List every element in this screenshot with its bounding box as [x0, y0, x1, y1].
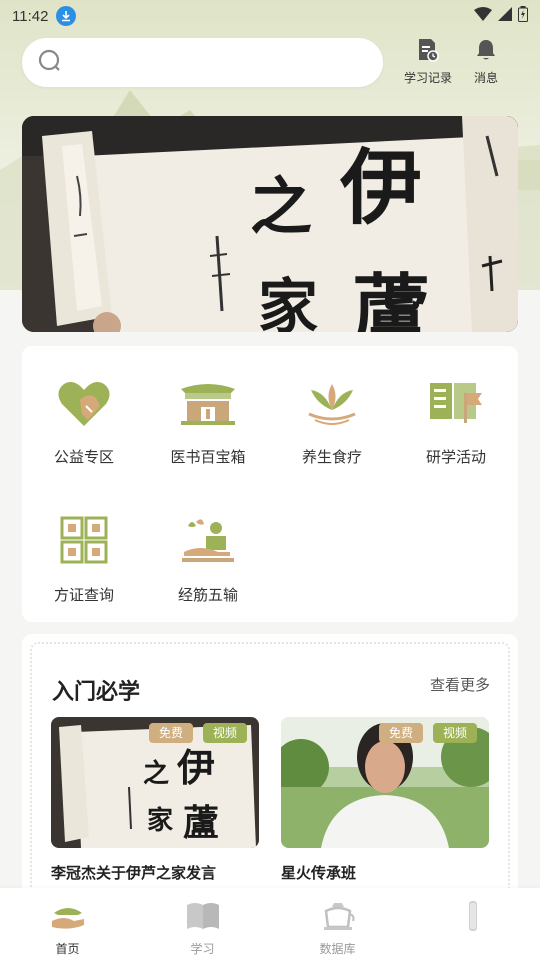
course-title: 李冠杰关于伊芦之家发言: [51, 864, 217, 882]
category-health-diet[interactable]: 养生食疗: [270, 346, 394, 476]
signal-icon: [498, 7, 512, 25]
study-record-icon: [417, 38, 439, 65]
category-label: 养生食疗: [301, 448, 362, 466]
nav-profile[interactable]: [405, 888, 540, 960]
course-title: 星火传承班: [281, 864, 357, 882]
grid-boxes-icon: [54, 510, 114, 570]
svg-text:家: 家: [258, 273, 318, 332]
messages-button[interactable]: 消息: [474, 38, 498, 86]
svg-text:伊: 伊: [339, 140, 422, 236]
category-label: 研学活动: [425, 448, 486, 466]
battery-icon: [518, 6, 528, 26]
search-icon: [38, 49, 62, 77]
category-label: 方证查询: [53, 586, 114, 604]
bottom-navigation: 首页 学习 数据库: [0, 888, 540, 960]
category-formula-lookup[interactable]: 方证查询: [22, 484, 146, 614]
nav-home[interactable]: 首页: [0, 888, 135, 960]
nav-label: 数据库: [319, 942, 356, 956]
home-hands-icon: [49, 900, 87, 932]
search-bar[interactable]: [22, 38, 383, 87]
category-label: 医书百宝箱: [170, 448, 246, 466]
bell-icon: [475, 38, 497, 65]
category-public-welfare[interactable]: 公益专区: [22, 346, 146, 476]
course-card[interactable]: 之 伊 家 蘆 免费 视频 李冠杰关于伊芦之家发言: [51, 717, 259, 883]
category-label: 公益专区: [53, 448, 114, 466]
category-grid: 公益专区 医书百宝箱 养生食疗 研学活动 方证查询 经筋五输: [22, 346, 518, 622]
free-tag: 免费: [149, 723, 194, 743]
massage-icon: [178, 510, 238, 570]
svg-text:之: 之: [143, 758, 169, 789]
profile-icon: [454, 900, 492, 932]
study-record-button[interactable]: 学习记录: [404, 38, 452, 86]
book-icon: [184, 900, 222, 932]
svg-text:之: 之: [250, 170, 312, 243]
study-record-label: 学习记录: [404, 71, 453, 85]
svg-text:蘆: 蘆: [352, 266, 430, 332]
nav-study[interactable]: 学习: [135, 888, 270, 960]
free-tag: 免费: [379, 723, 424, 743]
category-label: 经筋五输: [177, 586, 238, 604]
svg-text:伊: 伊: [176, 745, 215, 790]
video-tag: 视频: [203, 723, 248, 743]
beginner-section: 入门必学 查看更多 之 伊 家 蘆 免费 视频 李冠杰关于伊芦之家发言 免费 视…: [22, 634, 518, 914]
banner-carousel[interactable]: 之 伊 家 蘆: [22, 116, 518, 332]
calligraphy-banner-image: 之 伊 家 蘆: [22, 116, 518, 332]
status-time: 11:42: [12, 7, 49, 25]
search-input[interactable]: [72, 54, 352, 71]
course-thumbnail: 之 伊 家 蘆 免费 视频: [51, 717, 259, 848]
nav-label: 学习: [190, 942, 215, 956]
download-icon: [56, 6, 77, 26]
category-medical-books[interactable]: 医书百宝箱: [146, 346, 270, 476]
status-bar: 11:42: [0, 0, 540, 32]
nav-label: 首页: [55, 942, 80, 956]
lotus-icon: [302, 372, 362, 432]
course-card[interactable]: 免费 视频 星火传承班: [281, 717, 489, 883]
video-tag: 视频: [433, 723, 478, 743]
svg-text:家: 家: [147, 805, 173, 836]
messages-label: 消息: [474, 71, 499, 85]
teapot-icon: [319, 900, 357, 932]
book-flag-icon: [426, 372, 486, 432]
category-meridians[interactable]: 经筋五输: [146, 484, 270, 614]
course-thumbnail: 免费 视频: [281, 717, 489, 848]
section-title: 入门必学: [52, 680, 141, 705]
wifi-icon: [474, 7, 492, 25]
pavilion-icon: [178, 372, 238, 432]
see-more-link[interactable]: 查看更多: [430, 674, 490, 695]
nav-database[interactable]: 数据库: [270, 888, 405, 960]
heart-hands-icon: [54, 372, 114, 432]
svg-text:蘆: 蘆: [183, 802, 219, 844]
category-study-activities[interactable]: 研学活动: [394, 346, 518, 476]
